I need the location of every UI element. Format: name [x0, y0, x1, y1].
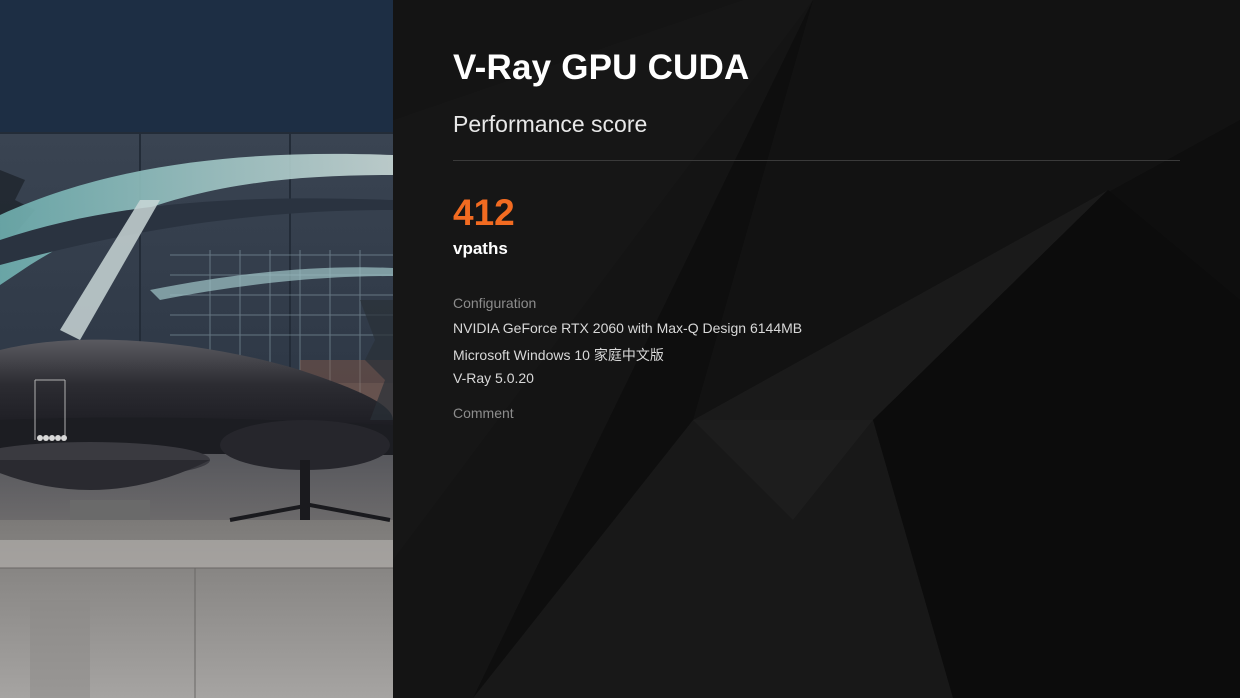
- benchmark-result-screen: V-Ray GPU CUDA Performance score 412 vpa…: [0, 0, 1240, 698]
- render-preview-image: [0, 0, 393, 698]
- benchmark-title: V-Ray GPU CUDA: [453, 48, 750, 87]
- section-divider: [453, 160, 1180, 161]
- config-os: Microsoft Windows 10 家庭中文版: [453, 347, 664, 363]
- comment-label: Comment: [453, 405, 514, 421]
- render-scene-illustration: [0, 0, 393, 698]
- benchmark-subtitle: Performance score: [453, 111, 648, 137]
- result-panel: V-Ray GPU CUDA Performance score 412 vpa…: [393, 0, 1240, 698]
- configuration-label: Configuration: [453, 295, 537, 311]
- config-vray-version: V-Ray 5.0.20: [453, 370, 534, 386]
- score-value: 412: [453, 192, 515, 233]
- config-gpu: NVIDIA GeForce RTX 2060 with Max-Q Desig…: [453, 320, 803, 336]
- score-unit: vpaths: [453, 239, 508, 258]
